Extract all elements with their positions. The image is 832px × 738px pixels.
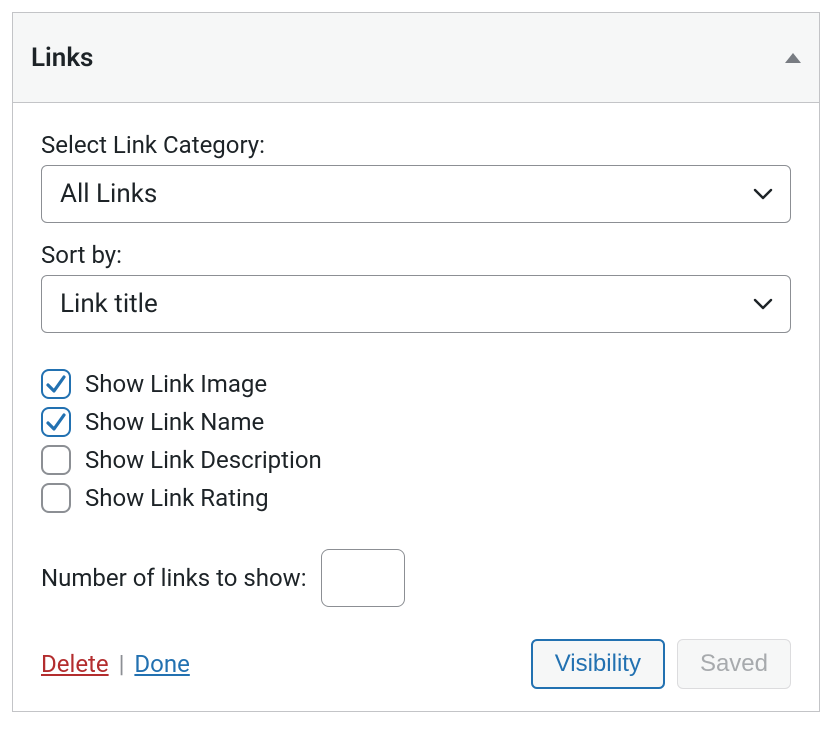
number-of-links-label: Number of links to show: (41, 564, 307, 592)
checkbox-input[interactable] (41, 483, 71, 513)
delete-link[interactable]: Delete (41, 650, 109, 678)
category-label: Select Link Category: (41, 131, 791, 159)
checkbox-label: Show Link Image (85, 370, 267, 398)
category-select-value: All Links (60, 179, 157, 209)
checkmark-icon (45, 373, 67, 395)
checkbox-group: Show Link Image Show Link Name Show Link… (41, 369, 791, 513)
checkmark-icon (45, 411, 67, 433)
sort-select-wrap: Link title (41, 275, 791, 333)
category-select-wrap: All Links (41, 165, 791, 223)
saved-button: Saved (677, 639, 791, 689)
checkbox-label: Show Link Rating (85, 484, 269, 512)
separator: | (119, 650, 125, 678)
chevron-up-icon (785, 53, 801, 63)
footer-links: Delete | Done (41, 650, 190, 678)
sort-select-value: Link title (60, 289, 158, 319)
links-widget: Links Select Link Category: All Links So… (12, 12, 820, 712)
checkbox-label: Show Link Description (85, 446, 322, 474)
checkbox-label: Show Link Name (85, 408, 264, 436)
visibility-button[interactable]: Visibility (531, 639, 665, 689)
footer-buttons: Visibility Saved (531, 639, 791, 689)
sort-label: Sort by: (41, 241, 791, 269)
checkbox-input[interactable] (41, 369, 71, 399)
done-link[interactable]: Done (134, 650, 189, 678)
checkbox-show-image[interactable]: Show Link Image (41, 369, 791, 399)
checkbox-show-rating[interactable]: Show Link Rating (41, 483, 791, 513)
checkbox-show-name[interactable]: Show Link Name (41, 407, 791, 437)
checkbox-input[interactable] (41, 445, 71, 475)
number-of-links-row: Number of links to show: (41, 549, 791, 607)
widget-footer: Delete | Done Visibility Saved (41, 639, 791, 689)
checkbox-input[interactable] (41, 407, 71, 437)
widget-body: Select Link Category: All Links Sort by:… (13, 103, 819, 711)
checkbox-show-description[interactable]: Show Link Description (41, 445, 791, 475)
widget-title: Links (31, 43, 93, 73)
widget-header[interactable]: Links (13, 13, 819, 103)
sort-select[interactable]: Link title (41, 275, 791, 333)
number-of-links-input[interactable] (321, 549, 405, 607)
category-select[interactable]: All Links (41, 165, 791, 223)
